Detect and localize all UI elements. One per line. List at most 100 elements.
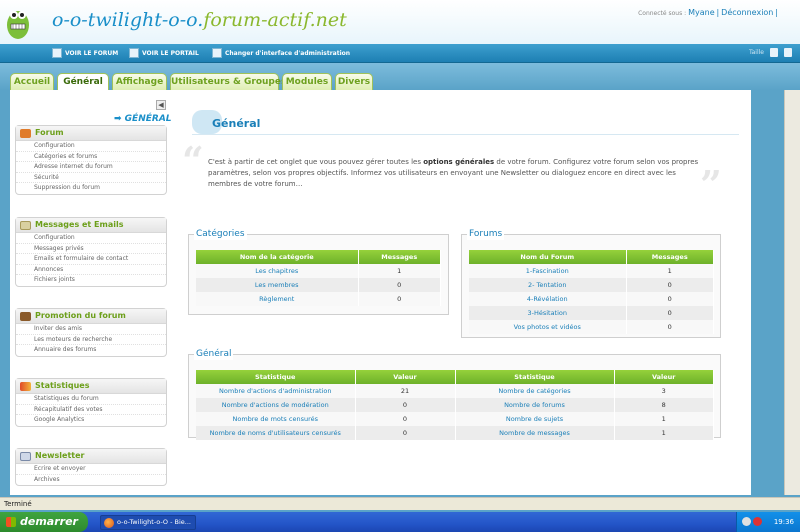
table-row: Vos photos et vidéos 0: [469, 320, 714, 334]
categories-legend: Catégories: [194, 229, 247, 240]
stat-label[interactable]: Nombre de catégories: [455, 384, 615, 398]
taskbar-window-label: o-o-Twilight-o-O - Bie...: [117, 518, 191, 526]
general-stats-fieldset: Général Statistique Valeur Statistique Vale…: [188, 349, 721, 440]
sidebar-box-newsletter: Newsletter Ecrire et envoyer Archives: [15, 448, 167, 486]
tab-divers[interactable]: Divers: [335, 73, 373, 90]
table-row: 2- Tentation 0: [469, 278, 714, 292]
statistics-icon: [20, 382, 31, 391]
stat-label[interactable]: Nombre de mots censurés: [196, 412, 356, 426]
stat-label[interactable]: Nombre de noms d'utilisateurs censurés: [196, 426, 356, 440]
main-title-block: Général: [192, 110, 382, 134]
category-name-link[interactable]: Les chapitres: [196, 264, 359, 278]
column-header: Statistique: [455, 370, 615, 384]
tab-general[interactable]: Général: [57, 73, 109, 91]
taskbar-window-button[interactable]: o-o-Twilight-o-O - Bie...: [100, 515, 196, 530]
message-count: 0: [358, 292, 441, 306]
collapse-sidebar-button[interactable]: ◀: [156, 100, 166, 110]
page-title: Général: [212, 117, 261, 130]
sidebar-item[interactable]: Archives: [16, 475, 166, 486]
table-header-row: Statistique Valeur Statistique Valeur: [196, 370, 714, 384]
stat-label[interactable]: Nombre d'actions de modération: [196, 398, 356, 412]
view-forum-link[interactable]: VOIR LE FORUM: [52, 48, 118, 58]
table-row: 4-Révélation 0: [469, 292, 714, 306]
sidebar-item[interactable]: Annonces: [16, 265, 166, 275]
sidebar-heading-statistiques[interactable]: Statistiques: [16, 379, 166, 394]
logout-link[interactable]: Déconnexion: [721, 8, 773, 17]
category-name-link[interactable]: Les membres: [196, 278, 359, 292]
message-count: 0: [626, 320, 714, 334]
message-count: 0: [626, 292, 714, 306]
stat-value: 0: [355, 426, 456, 440]
view-portal-link[interactable]: VOIR LE PORTAIL: [129, 48, 199, 58]
stat-label[interactable]: Nombre de messages: [455, 426, 615, 440]
sidebar-heading-newsletter[interactable]: Newsletter: [16, 449, 166, 464]
sidebar-item[interactable]: Récapitulatif des votes: [16, 405, 166, 415]
tab-modules[interactable]: Modules: [282, 73, 332, 90]
envelope-icon: [20, 221, 31, 230]
tab-accueil[interactable]: Accueil: [10, 73, 54, 90]
tray-icon[interactable]: [753, 517, 762, 526]
tray-icon[interactable]: [742, 517, 751, 526]
forum-name-link[interactable]: 4-Révélation: [469, 292, 627, 306]
site-title[interactable]: o-o-twilight-o-o.forum-actif.net: [52, 9, 347, 31]
change-interface-label: Changer d'interface d'administration: [225, 49, 351, 57]
sidebar-item[interactable]: Fichiers joints: [16, 275, 166, 286]
intro-part: C'est à partir de cet onglet que vous po…: [208, 158, 424, 166]
forum-name-link[interactable]: 2- Tentation: [469, 278, 627, 292]
column-header: Valeur: [355, 370, 456, 384]
sidebar-item[interactable]: Configuration: [16, 141, 166, 152]
sidebar-heading-label: Messages et Emails: [35, 220, 124, 229]
tab-utilisateurs-groupes[interactable]: Utilisateurs & Groupes: [170, 73, 286, 90]
sidebar-heading-promotion[interactable]: Promotion du forum: [16, 309, 166, 324]
sidebar-item[interactable]: Configuration: [16, 233, 166, 244]
message-count: 1: [626, 264, 714, 278]
category-name-link[interactable]: Règlement: [196, 292, 359, 306]
general-stats-table: Statistique Valeur Statistique Valeur Nombr…: [196, 370, 714, 440]
forum-name-link[interactable]: 1-Fascination: [469, 264, 627, 278]
table-row: Nombre de noms d'utilisateurs censurés 0 N…: [196, 426, 714, 440]
sidebar-item[interactable]: Statistiques du forum: [16, 394, 166, 405]
stat-value: 1: [614, 426, 714, 440]
username-link[interactable]: Myane: [688, 8, 715, 17]
sidebar-item[interactable]: Google Analytics: [16, 415, 166, 426]
sidebar-heading-label: Statistiques: [35, 381, 90, 390]
firefox-icon: [104, 518, 114, 528]
tab-affichage[interactable]: Affichage: [112, 73, 167, 90]
sidebar-heading-messages[interactable]: Messages et Emails: [16, 218, 166, 233]
table-row: 3-Hésitation 0: [469, 306, 714, 320]
user-box: Connecté sous : Myane | Déconnexion |: [638, 8, 778, 17]
sidebar-item[interactable]: Emails et formulaire de contact: [16, 254, 166, 265]
interface-icon: [212, 48, 222, 58]
sidebar-item[interactable]: Messages privés: [16, 244, 166, 254]
sidebar-item[interactable]: Suppression du forum: [16, 183, 166, 194]
table-row: 1-Fascination 1: [469, 264, 714, 278]
separator: |: [775, 8, 778, 17]
change-interface-link[interactable]: Changer d'interface d'administration: [212, 48, 350, 58]
sidebar-item[interactable]: Catégories et forums: [16, 152, 166, 162]
stat-label[interactable]: Nombre de forums: [455, 398, 615, 412]
clock: 19:36: [773, 518, 794, 526]
site-title-suffix: forum-actif.net: [203, 9, 347, 31]
sidebar-item[interactable]: Annuaire des forums: [16, 345, 166, 356]
message-count: 0: [626, 306, 714, 320]
vertical-scrollbar[interactable]: [784, 90, 800, 495]
stat-label[interactable]: Nombre d'actions d'administration: [196, 384, 356, 398]
forum-name-link[interactable]: Vos photos et vidéos: [469, 320, 627, 334]
sidebar-heading-label: Promotion du forum: [35, 311, 126, 320]
sidebar-heading-forum[interactable]: Forum: [16, 126, 166, 141]
sidebar-item[interactable]: Adresse internet du forum: [16, 162, 166, 173]
intro-bold: options générales: [423, 158, 495, 166]
text-larger-icon[interactable]: [784, 48, 792, 57]
start-button[interactable]: demarrer: [0, 512, 88, 532]
table-header-row: Nom de la catégorie Messages: [196, 250, 441, 264]
text-smaller-icon[interactable]: [770, 48, 778, 57]
forum-name-link[interactable]: 3-Hésitation: [469, 306, 627, 320]
open-quote-decoration: “: [182, 138, 204, 183]
sidebar-item[interactable]: Sécurité: [16, 173, 166, 183]
stat-label[interactable]: Nombre de sujets: [455, 412, 615, 426]
admin-navbar: VOIR LE FORUM VOIR LE PORTAIL Changer d'…: [0, 44, 800, 63]
sidebar-item[interactable]: Les moteurs de recherche: [16, 335, 166, 345]
sidebar-item[interactable]: Ecrire et envoyer: [16, 464, 166, 475]
sidebar-box-statistiques: Statistiques Statistiques du forum Récap…: [15, 378, 167, 427]
sidebar-item[interactable]: Inviter des amis: [16, 324, 166, 335]
